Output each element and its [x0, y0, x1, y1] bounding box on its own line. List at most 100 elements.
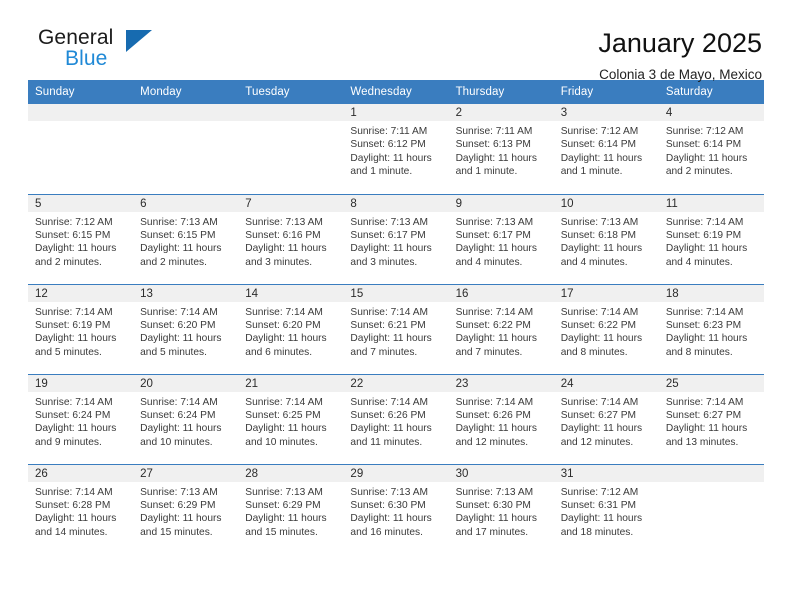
day-details: Sunrise: 7:12 AM Sunset: 6:31 PM Daylight:… — [554, 482, 659, 540]
sunrise-text: Sunrise: 7:14 AM — [455, 396, 534, 408]
day-details: Sunrise: 7:14 AM Sunset: 6:25 PM Daylight:… — [238, 392, 343, 450]
calendar-day-cell[interactable]: 28 Sunrise: 7:13 AM Sunset: 6:29 PM Dayligh… — [238, 463, 344, 554]
day-number: 5 — [28, 194, 134, 212]
calendar-day-cell[interactable]: 27 Sunrise: 7:13 AM Sunset: 6:29 PM Dayligh… — [133, 463, 239, 554]
calendar-day-cell[interactable]: 18 Sunrise: 7:14 AM Sunset: 6:23 PM Dayligh… — [658, 283, 764, 374]
sunrise-text: Sunrise: 7:13 AM — [455, 486, 534, 498]
calendar-day-cell[interactable]: 10 Sunrise: 7:13 AM Sunset: 6:18 PM Dayligh… — [553, 193, 659, 284]
sunrise-text: Sunrise: 7:14 AM — [350, 396, 429, 408]
sunset-text: Sunset: 6:30 PM — [455, 499, 531, 511]
calendar-day-cell[interactable]: 26 Sunrise: 7:14 AM Sunset: 6:28 PM Dayligh… — [28, 463, 134, 554]
calendar-day-cell[interactable]: 1 Sunrise: 7:11 AM Sunset: 6:12 PM Daylight… — [343, 104, 449, 194]
sunset-text: Sunset: 6:26 PM — [455, 409, 531, 421]
daylight-text: Daylight: 11 hours and 9 minutes. — [35, 423, 117, 448]
sunset-text: Sunset: 6:24 PM — [140, 409, 216, 421]
calendar-day-cell[interactable]: 6 Sunrise: 7:13 AM Sunset: 6:15 PM Daylight… — [133, 193, 239, 284]
calendar-day-cell[interactable]: 15 Sunrise: 7:14 AM Sunset: 6:21 PM Dayligh… — [343, 283, 449, 374]
daylight-text: Daylight: 11 hours and 1 minute. — [350, 152, 432, 178]
day-number: 24 — [553, 374, 659, 392]
day-details: Sunrise: 7:14 AM Sunset: 6:24 PM Daylight:… — [28, 392, 133, 450]
day-details: Sunrise: 7:13 AM Sunset: 6:30 PM Daylight:… — [343, 482, 448, 540]
daylight-text: Daylight: 11 hours and 2 minutes. — [665, 152, 748, 178]
sunset-text: Sunset: 6:29 PM — [140, 499, 216, 511]
calendar-day-cell[interactable]: 29 Sunrise: 7:13 AM Sunset: 6:30 PM Dayligh… — [343, 463, 449, 554]
calendar-day-cell[interactable]: 14 Sunrise: 7:14 AM Sunset: 6:20 PM Dayligh… — [238, 283, 344, 374]
page-title: January 2025 — [598, 28, 762, 58]
calendar-day-cell[interactable]: 23 Sunrise: 7:14 AM Sunset: 6:26 PM Dayligh… — [448, 373, 554, 464]
daylight-text: Daylight: 11 hours and 15 minutes. — [140, 513, 222, 538]
day-details: Sunrise: 7:14 AM Sunset: 6:19 PM Daylight:… — [28, 302, 133, 360]
day-number: 3 — [553, 104, 659, 121]
day-details: Sunrise: 7:14 AM Sunset: 6:22 PM Daylight:… — [554, 302, 659, 360]
calendar-day-cell[interactable]: 20 Sunrise: 7:14 AM Sunset: 6:24 PM Dayligh… — [133, 373, 239, 464]
calendar-day-cell[interactable]: 11 Sunrise: 7:14 AM Sunset: 6:19 PM Dayligh… — [658, 193, 764, 284]
day-details: Sunrise: 7:13 AM Sunset: 6:29 PM Daylight:… — [238, 482, 343, 540]
sunrise-text: Sunrise: 7:14 AM — [560, 306, 639, 318]
sunset-text: Sunset: 6:12 PM — [350, 139, 426, 151]
calendar-day-cell[interactable]: 2 Sunrise: 7:11 AM Sunset: 6:13 PM Daylight… — [448, 104, 554, 194]
calendar-day-cell[interactable]: 30 Sunrise: 7:13 AM Sunset: 6:30 PM Dayligh… — [448, 463, 554, 554]
daylight-text: Daylight: 11 hours and 12 minutes. — [560, 423, 643, 448]
day-number: 4 — [658, 104, 764, 121]
day-details: Sunrise: 7:13 AM Sunset: 6:17 PM Daylight:… — [449, 212, 554, 270]
daylight-text: Daylight: 11 hours and 10 minutes. — [245, 423, 327, 448]
calendar-day-cell-empty — [658, 463, 764, 554]
calendar-week-row: 12 Sunrise: 7:14 AM Sunset: 6:19 PM Dayligh… — [28, 283, 764, 374]
day-number — [133, 104, 239, 121]
sunset-text: Sunset: 6:24 PM — [35, 409, 111, 421]
day-number: 10 — [553, 194, 659, 212]
sunset-text: Sunset: 6:19 PM — [665, 229, 742, 241]
day-details: Sunrise: 7:14 AM Sunset: 6:27 PM Daylight:… — [554, 392, 659, 450]
day-details: Sunrise: 7:14 AM Sunset: 6:21 PM Daylight:… — [343, 302, 448, 360]
sunrise-text: Sunrise: 7:14 AM — [35, 396, 113, 408]
daylight-text: Daylight: 11 hours and 2 minutes. — [140, 243, 222, 268]
day-details: Sunrise: 7:14 AM Sunset: 6:20 PM Daylight:… — [133, 302, 238, 360]
day-details: Sunrise: 7:12 AM Sunset: 6:15 PM Daylight:… — [28, 212, 133, 270]
calendar-day-cell[interactable]: 8 Sunrise: 7:13 AM Sunset: 6:17 PM Daylight… — [343, 193, 449, 284]
daylight-text: Daylight: 11 hours and 7 minutes. — [350, 333, 432, 358]
calendar-day-cell[interactable]: 24 Sunrise: 7:14 AM Sunset: 6:27 PM Dayligh… — [553, 373, 659, 464]
day-number: 12 — [28, 284, 134, 302]
calendar-day-cell[interactable]: 5 Sunrise: 7:12 AM Sunset: 6:15 PM Daylight… — [28, 193, 134, 284]
sunrise-text: Sunrise: 7:13 AM — [140, 216, 218, 228]
day-details: Sunrise: 7:12 AM Sunset: 6:14 PM Daylight:… — [659, 121, 764, 179]
calendar-day-cell[interactable]: 13 Sunrise: 7:14 AM Sunset: 6:20 PM Dayligh… — [133, 283, 239, 374]
page-header: General Blue January 2025 Colonia 3 de M… — [28, 0, 764, 82]
calendar-day-cell[interactable]: 21 Sunrise: 7:14 AM Sunset: 6:25 PM Dayligh… — [238, 373, 344, 464]
calendar-day-cell[interactable]: 19 Sunrise: 7:14 AM Sunset: 6:24 PM Dayligh… — [28, 373, 134, 464]
daylight-text: Daylight: 11 hours and 4 minutes. — [665, 243, 748, 268]
calendar-day-cell[interactable]: 9 Sunrise: 7:13 AM Sunset: 6:17 PM Daylight… — [448, 193, 554, 284]
brand-logo[interactable]: General Blue — [28, 26, 178, 78]
calendar-day-cell[interactable]: 3 Sunrise: 7:12 AM Sunset: 6:14 PM Daylight… — [553, 104, 659, 194]
calendar-day-cell[interactable]: 17 Sunrise: 7:14 AM Sunset: 6:22 PM Dayligh… — [553, 283, 659, 374]
sunrise-text: Sunrise: 7:14 AM — [665, 216, 744, 228]
sunrise-text: Sunrise: 7:13 AM — [350, 216, 429, 228]
calendar-day-cell[interactable]: 31 Sunrise: 7:12 AM Sunset: 6:31 PM Dayligh… — [553, 463, 659, 554]
day-details: Sunrise: 7:11 AM Sunset: 6:12 PM Daylight:… — [343, 121, 448, 179]
day-details: Sunrise: 7:11 AM Sunset: 6:13 PM Daylight:… — [449, 121, 554, 179]
sunset-text: Sunset: 6:25 PM — [245, 409, 321, 421]
calendar-day-cell[interactable]: 7 Sunrise: 7:13 AM Sunset: 6:16 PM Daylight… — [238, 193, 344, 284]
calendar-day-cell[interactable]: 12 Sunrise: 7:14 AM Sunset: 6:19 PM Dayligh… — [28, 283, 134, 374]
calendar-day-cell[interactable]: 25 Sunrise: 7:14 AM Sunset: 6:27 PM Dayligh… — [658, 373, 764, 464]
daylight-text: Daylight: 11 hours and 18 minutes. — [560, 513, 643, 538]
calendar-day-cell[interactable]: 4 Sunrise: 7:12 AM Sunset: 6:14 PM Daylight… — [658, 104, 764, 194]
calendar-day-cell[interactable]: 22 Sunrise: 7:14 AM Sunset: 6:26 PM Dayligh… — [343, 373, 449, 464]
calendar-body: 1 Sunrise: 7:11 AM Sunset: 6:12 PM Daylight… — [28, 104, 764, 554]
day-number: 11 — [658, 194, 764, 212]
sunrise-text: Sunrise: 7:14 AM — [245, 396, 323, 408]
daylight-text: Daylight: 11 hours and 1 minute. — [455, 152, 537, 178]
sunset-text: Sunset: 6:26 PM — [350, 409, 426, 421]
day-number: 16 — [448, 284, 554, 302]
calendar-day-cell[interactable]: 16 Sunrise: 7:14 AM Sunset: 6:22 PM Dayligh… — [448, 283, 554, 374]
daylight-text: Daylight: 11 hours and 5 minutes. — [140, 333, 222, 358]
day-number: 22 — [343, 374, 449, 392]
daylight-text: Daylight: 11 hours and 8 minutes. — [665, 333, 748, 358]
sunrise-text: Sunrise: 7:14 AM — [455, 306, 534, 318]
daylight-text: Daylight: 11 hours and 17 minutes. — [455, 513, 537, 538]
day-details: Sunrise: 7:14 AM Sunset: 6:22 PM Daylight:… — [449, 302, 554, 360]
calendar-week-row: 19 Sunrise: 7:14 AM Sunset: 6:24 PM Dayligh… — [28, 373, 764, 464]
sunset-text: Sunset: 6:17 PM — [350, 229, 426, 241]
sunrise-text: Sunrise: 7:13 AM — [245, 486, 323, 498]
sunset-text: Sunset: 6:13 PM — [455, 139, 531, 151]
